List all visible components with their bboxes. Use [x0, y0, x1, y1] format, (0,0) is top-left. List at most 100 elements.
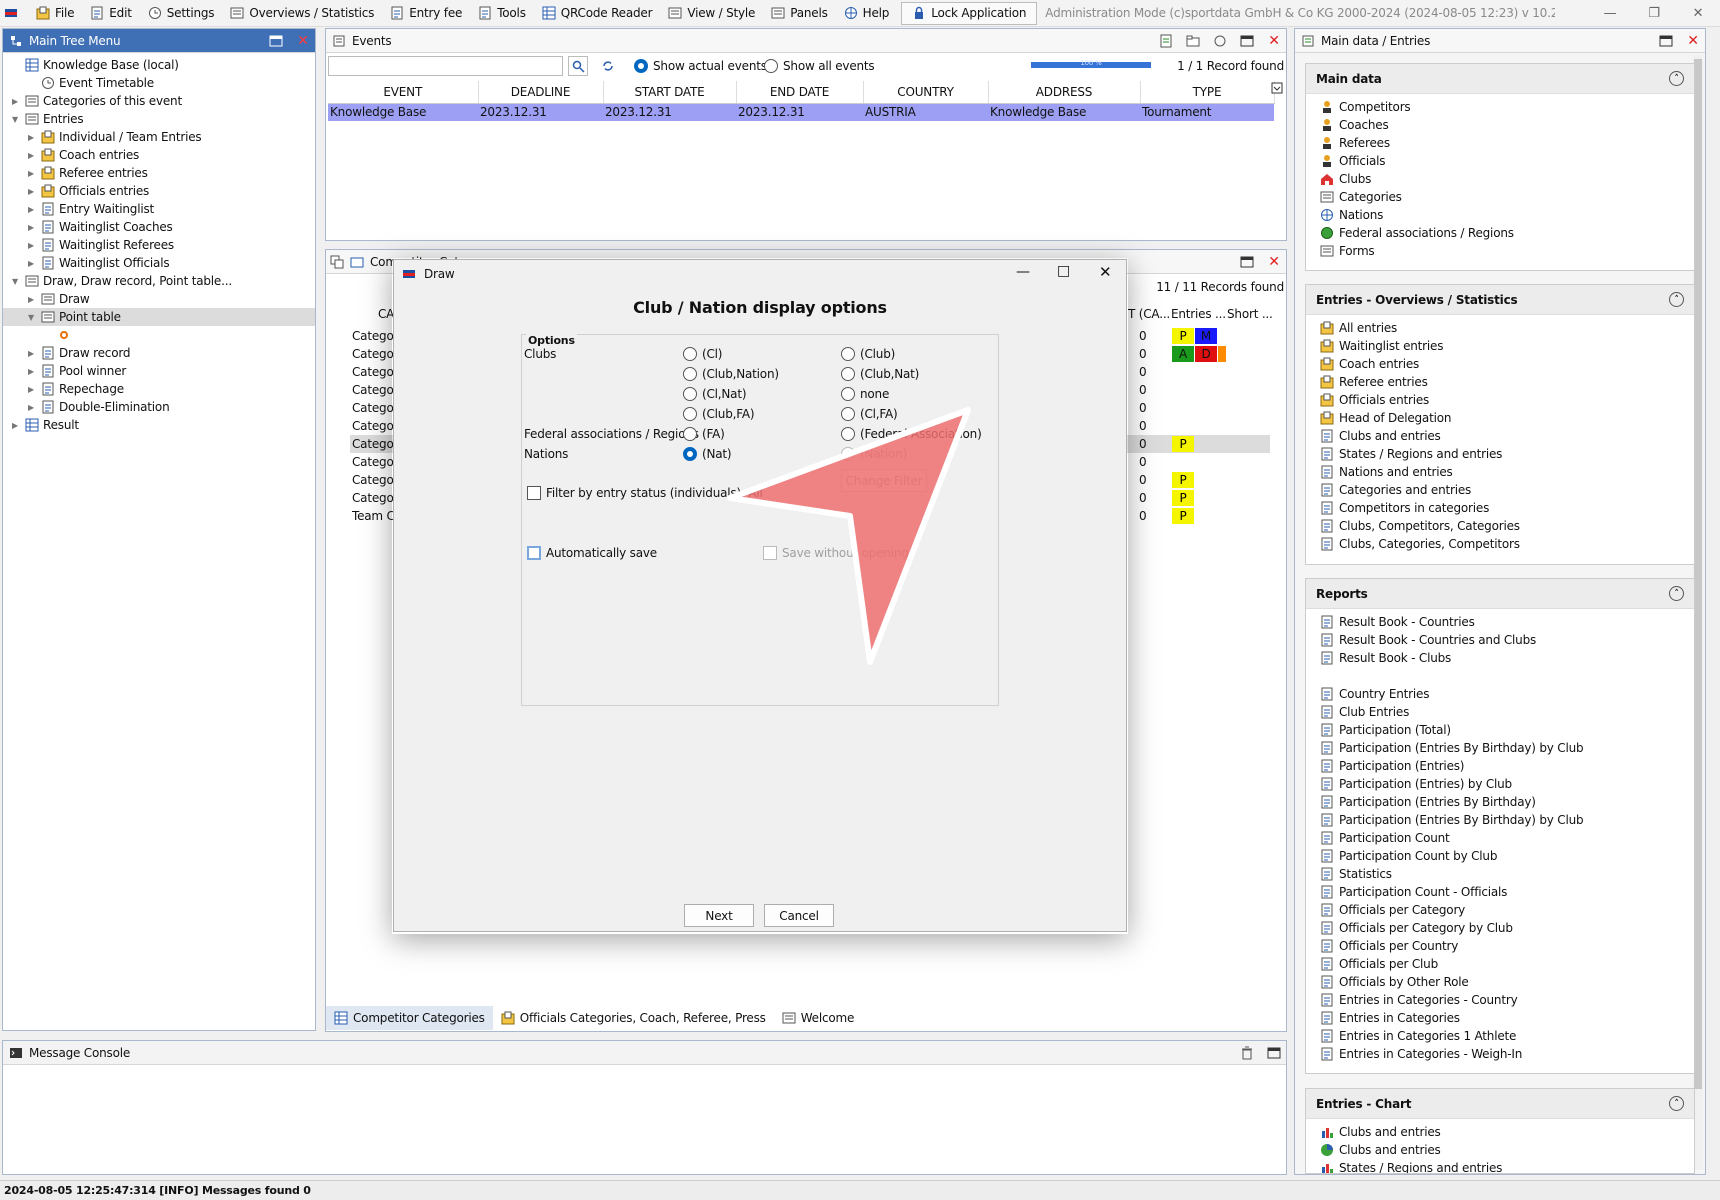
show-all-events-radio[interactable]: Show all events	[764, 59, 875, 73]
maximize-categories-button[interactable]	[1238, 253, 1256, 271]
menu-help[interactable]: Help	[836, 0, 898, 27]
list-item-federal-associations-regions[interactable]: Federal associations / Regions	[1306, 224, 1694, 242]
bottom-tab-welcome[interactable]: Welcome	[774, 1006, 863, 1030]
bottom-tab-competitor-categories[interactable]: Competitor Categories	[326, 1006, 493, 1030]
list-item-officials-per-country[interactable]: Officials per Country	[1306, 937, 1694, 955]
club-option-club-radio[interactable]: (Club)	[841, 347, 895, 361]
maximize-tree-button[interactable]	[267, 32, 285, 50]
menu-tools[interactable]: Tools	[470, 0, 534, 27]
tree-item-pool-winner[interactable]: ▶ Pool winner	[3, 362, 315, 380]
search-icon[interactable]	[568, 56, 588, 76]
list-item-statistics[interactable]: Statistics	[1306, 865, 1694, 883]
dialog-maximize-icon[interactable]: □	[1057, 263, 1070, 279]
list-item-forms[interactable]: Forms	[1306, 242, 1694, 260]
collapse-icon[interactable]: ˄	[1669, 586, 1684, 601]
list-item-states-regions-and-entries[interactable]: States / Regions and entries	[1306, 1159, 1694, 1173]
list-item-categories-and-entries[interactable]: Categories and entries	[1306, 481, 1694, 499]
list-item-nations[interactable]: Nations	[1306, 206, 1694, 224]
list-item-coaches[interactable]: Coaches	[1306, 116, 1694, 134]
tree-item-entry-waitinglist[interactable]: ▶ Entry Waitinglist	[3, 200, 315, 218]
list-item-categories[interactable]: Categories	[1306, 188, 1694, 206]
tree-item-officials-entries[interactable]: ▶ Officials entries	[3, 182, 315, 200]
list-item-entries-in-categories-country[interactable]: Entries in Categories - Country	[1306, 991, 1694, 1009]
list-item-result-book-countries-and-clubs[interactable]: Result Book - Countries and Clubs	[1306, 631, 1694, 649]
list-item-clubs-and-entries[interactable]: Clubs and entries	[1306, 1141, 1694, 1159]
close-main-data-button[interactable]: ✕	[1684, 32, 1702, 50]
tree-item-individual-team-entries[interactable]: ▶ Individual / Team Entries	[3, 128, 315, 146]
list-item-coach-entries[interactable]: Coach entries	[1306, 355, 1694, 373]
list-item-participation-count-officials[interactable]: Participation Count - Officials	[1306, 883, 1694, 901]
expand-right-icon[interactable]: ▶	[9, 419, 21, 431]
expand-down-icon[interactable]: ▼	[9, 275, 21, 287]
list-item-officials-per-category[interactable]: Officials per Category	[1306, 901, 1694, 919]
events-export-icon[interactable]	[1157, 32, 1175, 50]
events-search-input[interactable]	[328, 56, 563, 76]
col-header-event[interactable]: EVENT	[328, 81, 479, 104]
list-item-participation-count[interactable]: Participation Count	[1306, 829, 1694, 847]
list-item-participation-entries-by-birthday-by-club[interactable]: Participation (Entries By Birthday) by C…	[1306, 739, 1694, 757]
list-item-all-entries[interactable]: All entries	[1306, 319, 1694, 337]
tree-item-waitinglist-referees[interactable]: ▶ Waitinglist Referees	[3, 236, 315, 254]
list-item-clubs-categories-competitors[interactable]: Clubs, Categories, Competitors	[1306, 535, 1694, 553]
expand-right-icon[interactable]: ▶	[25, 401, 37, 413]
table-row[interactable]: Knowledge Base 2023.12.31 2023.12.31 2023.1…	[328, 103, 1274, 121]
lock-application-button[interactable]: Lock Application	[901, 1, 1038, 25]
tree-item-draw-draw-record-point-table[interactable]: ▼ Draw, Draw record, Point table...	[3, 272, 315, 290]
maximize-events-button[interactable]	[1238, 32, 1256, 50]
list-item-entries-in-categories-1-athlete[interactable]: Entries in Categories 1 Athlete	[1306, 1027, 1694, 1045]
list-item-participation-entries-by-birthday-by-club[interactable]: Participation (Entries By Birthday) by C…	[1306, 811, 1694, 829]
column-chooser-icon[interactable]	[1271, 82, 1285, 96]
sync-icon[interactable]	[598, 56, 618, 76]
fa-short-radio[interactable]: (FA)	[683, 427, 725, 441]
expand-right-icon[interactable]: ▶	[25, 131, 37, 143]
list-item-club-entries[interactable]: Club Entries	[1306, 703, 1694, 721]
list-item-officials-per-category-by-club[interactable]: Officials per Category by Club	[1306, 919, 1694, 937]
right-scrollbar-thumb[interactable]	[1694, 59, 1702, 1089]
list-item-clubs-competitors-categories[interactable]: Clubs, Competitors, Categories	[1306, 517, 1694, 535]
tree-item-waitinglist-officials[interactable]: ▶ Waitinglist Officials	[3, 254, 315, 272]
list-item-result-book-countries[interactable]: Result Book - Countries	[1306, 613, 1694, 631]
tree-item-entries[interactable]: ▼ Entries	[3, 110, 315, 128]
expand-right-icon[interactable]: ▶	[25, 221, 37, 233]
list-item-clubs-and-entries[interactable]: Clubs and entries	[1306, 1123, 1694, 1141]
tree-item-result[interactable]: ▶ Result	[3, 416, 315, 434]
show-actual-events-radio[interactable]: Show actual events	[634, 59, 767, 73]
bottom-tab-officials-categories-coach-referee-press[interactable]: Officials Categories, Coach, Referee, Pr…	[493, 1006, 774, 1030]
tree-item-event-timetable[interactable]: Event Timetable	[3, 74, 315, 92]
tree-item-repechage[interactable]: ▶ Repechage	[3, 380, 315, 398]
list-item-participation-entries-by-club[interactable]: Participation (Entries) by Club	[1306, 775, 1694, 793]
list-item-officials-by-other-role[interactable]: Officials by Other Role	[1306, 973, 1694, 991]
tree-item-waitinglist-coaches[interactable]: ▶ Waitinglist Coaches	[3, 218, 315, 236]
tree-item-double-elimination[interactable]: ▶ Double-Elimination	[3, 398, 315, 416]
maximize-main-data-button[interactable]	[1657, 32, 1675, 50]
col-header-country[interactable]: COUNTRY	[863, 81, 989, 104]
list-item-waitinglist-entries[interactable]: Waitinglist entries	[1306, 337, 1694, 355]
restore-icon[interactable]: ❐	[1632, 0, 1676, 27]
list-item-competitors[interactable]: Competitors	[1306, 98, 1694, 116]
expand-right-icon[interactable]: ▶	[25, 365, 37, 377]
list-item-referees[interactable]: Referees	[1306, 134, 1694, 152]
list-item-participation-count-by-club[interactable]: Participation Count by Club	[1306, 847, 1694, 865]
expand-right-icon[interactable]: ▶	[25, 203, 37, 215]
next-button[interactable]: Next	[684, 904, 754, 927]
list-item-officials[interactable]: Officials	[1306, 152, 1694, 170]
menu-settings[interactable]: Settings	[140, 0, 223, 27]
list-item-participation-entries-by-birthday[interactable]: Participation (Entries By Birthday)	[1306, 793, 1694, 811]
tree-item-draw[interactable]: ▶ Draw	[3, 290, 315, 308]
expand-right-icon[interactable]: ▶	[25, 149, 37, 161]
club-option-club-nat-radio[interactable]: (Club,Nat)	[841, 367, 919, 381]
col-header-type[interactable]: TYPE	[1140, 81, 1275, 104]
tree-item-coach-entries[interactable]: ▶ Coach entries	[3, 146, 315, 164]
close-window-icon[interactable]: ✕	[1676, 0, 1720, 27]
trash-icon[interactable]	[1238, 1044, 1256, 1062]
list-item-participation-total[interactable]: Participation (Total)	[1306, 721, 1694, 739]
list-item-clubs-and-entries[interactable]: Clubs and entries	[1306, 427, 1694, 445]
auto-save-checkbox[interactable]: Automatically save	[527, 546, 657, 560]
tree-item-child-node[interactable]	[3, 326, 315, 344]
list-item-clubs[interactable]: Clubs	[1306, 170, 1694, 188]
list-item-result-book-clubs[interactable]: Result Book - Clubs	[1306, 649, 1694, 667]
expand-right-icon[interactable]: ▶	[25, 185, 37, 197]
tree-item-draw-record[interactable]: ▶ Draw record	[3, 344, 315, 362]
tree-item-referee-entries[interactable]: ▶ Referee entries	[3, 164, 315, 182]
overviews-section-header[interactable]: Entries - Overviews / Statistics ˄	[1306, 285, 1694, 315]
